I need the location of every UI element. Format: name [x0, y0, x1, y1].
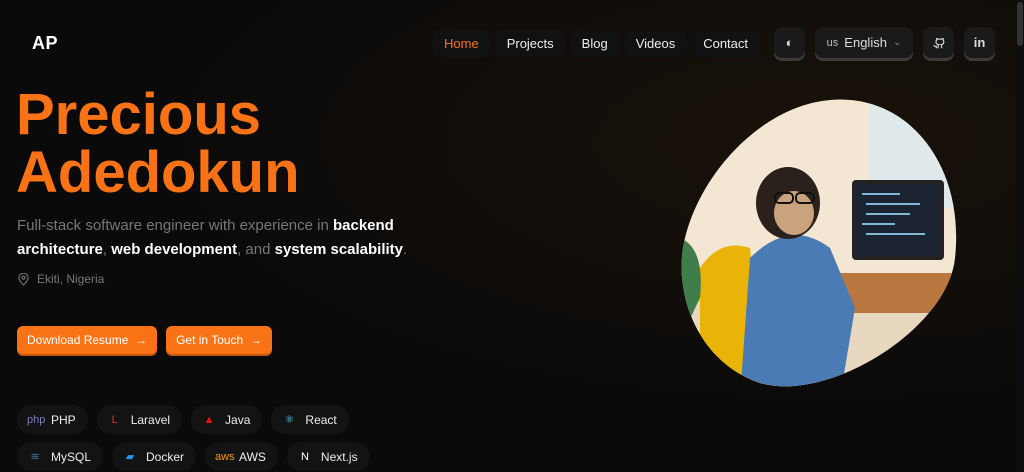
mysql-icon: ≋ — [30, 451, 40, 463]
language-label: English — [844, 35, 887, 50]
download-resume-button[interactable]: Download Resume → — [17, 326, 158, 354]
nav-blog[interactable]: Blog — [569, 29, 620, 58]
linkedin-button[interactable]: in — [964, 27, 995, 58]
linkedin-icon: in — [973, 35, 986, 50]
skill-label: AWS — [239, 449, 266, 464]
github-button[interactable] — [923, 27, 954, 58]
location-text: Ekiti, Nigeria — [37, 272, 105, 286]
skill-chip-react: ⚛ React — [271, 405, 349, 434]
skill-chip-java: ▲ Java — [191, 405, 263, 434]
skill-label: MySQL — [51, 449, 92, 464]
php-icon: php — [27, 413, 46, 426]
map-pin-icon — [18, 272, 29, 286]
skill-label: Java — [225, 412, 251, 427]
skills-list: php PHP L Laravel ▲ Java ⚛ React ≋ MySQL ▰ Docker aw… — [17, 405, 437, 471]
docker-icon: ▰ — [125, 451, 135, 463]
github-icon — [932, 37, 944, 48]
scrollbar[interactable] — [1016, 0, 1024, 472]
location: Ekiti, Nigeria — [18, 272, 104, 286]
skill-label: Docker — [146, 449, 185, 464]
page-title: Precious Adedokun — [16, 82, 300, 205]
chevron-down-icon: ⌄ — [892, 37, 902, 48]
arrow-right-icon: → — [135, 333, 148, 347]
laravel-icon: L — [111, 413, 118, 426]
language-select[interactable]: us English ⌄ — [815, 27, 913, 58]
theme-icon: ◐ — [785, 35, 794, 50]
skill-label: PHP — [51, 412, 76, 427]
hero-description: Full-stack software engineer with experi… — [17, 217, 408, 258]
skill-chip-docker: ▰ Docker — [112, 442, 197, 471]
nav-videos[interactable]: Videos — [623, 29, 688, 58]
arrow-right-icon: → — [249, 333, 262, 347]
skill-chip-php: php PHP — [17, 405, 88, 434]
scrollbar-thumb[interactable] — [1017, 2, 1023, 46]
aws-icon: aws — [215, 450, 235, 463]
theme-toggle-button[interactable]: ◐ — [774, 27, 805, 58]
get-in-touch-button[interactable]: Get in Touch → — [166, 326, 272, 354]
nextjs-icon: N — [300, 450, 309, 463]
hero-illustration — [681, 99, 957, 387]
skill-label: React — [305, 412, 337, 427]
main-nav: Home Projects Blog Videos Contact — [432, 29, 761, 58]
skill-chip-laravel: L Laravel — [96, 405, 183, 434]
logo[interactable]: AP — [32, 33, 58, 54]
skill-label: Next.js — [320, 449, 358, 464]
java-icon: ▲ — [203, 413, 215, 426]
nav-home[interactable]: Home — [432, 29, 491, 58]
skill-label: Laravel — [130, 412, 171, 427]
skill-chip-aws: aws AWS — [205, 442, 278, 471]
flag-code: us — [826, 36, 839, 49]
nav-projects[interactable]: Projects — [494, 29, 566, 58]
skill-chip-nextjs: N Next.js — [286, 442, 370, 471]
skill-chip-mysql: ≋ MySQL — [17, 442, 104, 471]
nav-contact[interactable]: Contact — [691, 29, 761, 58]
react-icon: ⚛ — [284, 414, 295, 426]
